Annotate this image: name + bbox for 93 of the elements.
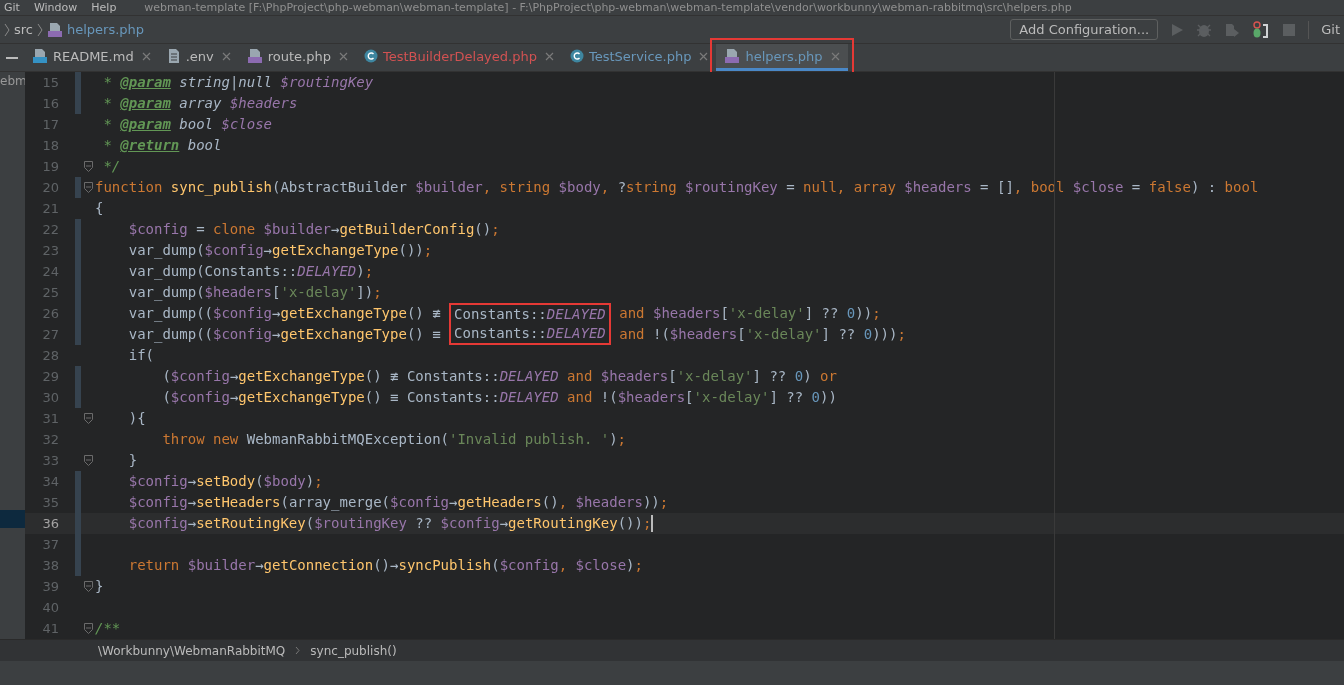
- code-line: */: [102, 157, 121, 176]
- code-line: /**: [95, 619, 121, 638]
- code-line: ){: [127, 409, 146, 428]
- line-number: 15: [41, 75, 59, 90]
- code-line: ($config→getExchangeType() ≢ Constants::DELAYED and $headers['x-delay'] ?? 0) or: [161, 367, 837, 386]
- code-line: $config→setHeaders(array_merge($config→getHeaders(), $headers));: [127, 493, 669, 513]
- line-number: 41: [41, 621, 59, 636]
- code-line: var_dump(($config→getExchangeType() ≡ Constants::DELAYED and !($headers['x-delay'] ?? 0)));: [95, 324, 906, 345]
- code-line: var_dump($config→getExchangeType());: [127, 241, 433, 261]
- breadcrumb-item[interactable]: src: [14, 22, 33, 37]
- code-line: function sync_publish(AbstractBuilder $builder, string $body, ?string $routingKey = null, array $headers = [], bool $close = false) : bool: [95, 178, 1259, 198]
- coverage-icon[interactable]: [1224, 21, 1241, 38]
- line-number: 40: [41, 600, 59, 615]
- code-line: $config = clone $builder→getBuilderConfig();: [127, 220, 500, 239]
- breadcrumb-item[interactable]: helpers.php: [67, 22, 145, 37]
- line-number: 30: [41, 390, 59, 405]
- line-number: 25: [41, 285, 59, 300]
- project-tree-text: ebm: [0, 74, 25, 88]
- line-number: 31: [41, 411, 59, 426]
- line-number: 27: [41, 327, 59, 342]
- line-number: 36: [41, 516, 59, 531]
- close-icon[interactable]: [338, 51, 348, 61]
- fold-icon[interactable]: [83, 161, 93, 172]
- bug-attach-icon[interactable]: [1252, 20, 1271, 39]
- fold-icon[interactable]: [83, 455, 93, 466]
- text-file-icon: [166, 48, 181, 64]
- code-line: return $builder→getConnection()→syncPublish($config, $close);: [127, 556, 643, 575]
- fold-icon[interactable]: [83, 182, 93, 193]
- line-number: 38: [41, 558, 59, 573]
- line-number: 19: [41, 159, 59, 174]
- close-icon[interactable]: [830, 51, 840, 61]
- line-number: 37: [41, 537, 59, 552]
- fold-icon[interactable]: [83, 581, 93, 592]
- code-line: $config→setBody($body);: [127, 472, 323, 491]
- code-line: * @param array $headers: [102, 94, 298, 113]
- line-number: 33: [41, 453, 59, 468]
- window-title: webman-template [F:\PhpProject\php-webman\webman-template] - F:\PhpProject\php-webman\webman-template\vendor\workbunny\webman-rabbitmq\src\helpers.php: [144, 0, 1072, 15]
- run-icon[interactable]: [1170, 22, 1185, 37]
- code-line: if(: [127, 346, 154, 365]
- php-file-icon: [246, 48, 263, 64]
- editor-tab[interactable]: .env: [158, 44, 239, 71]
- breadcrumb-item[interactable]: \Workbunny\WebmanRabbitMQ: [98, 643, 286, 658]
- line-number: 34: [41, 474, 59, 489]
- close-icon[interactable]: [221, 51, 231, 61]
- code-line: ($config→getExchangeType() ≡ Constants::DELAYED and !($headers['x-delay'] ?? 0)): [161, 388, 837, 407]
- code-line: $config→setRoutingKey($routingKey ?? $config→getRoutingKey());: [127, 514, 654, 534]
- line-number: 16: [41, 96, 59, 111]
- line-number: 39: [41, 579, 59, 594]
- line-number: 29: [41, 369, 59, 384]
- class-icon: [363, 49, 378, 63]
- line-number: 24: [41, 264, 59, 279]
- code-line: * @param bool $close: [102, 115, 273, 134]
- menu-item[interactable]: Git: [4, 0, 20, 15]
- code-line: var_dump(Constants::DELAYED);: [127, 262, 374, 282]
- line-number: 18: [41, 138, 59, 153]
- add-configuration-button[interactable]: Add Configuration...: [1010, 19, 1159, 40]
- menu-item[interactable]: Window: [33, 0, 78, 15]
- code-line: }: [95, 577, 104, 596]
- chevron-icon: [37, 22, 43, 37]
- line-number: 22: [41, 222, 59, 237]
- close-icon[interactable]: [699, 51, 709, 61]
- breadcrumb-item[interactable]: sync_publish(): [310, 643, 397, 658]
- stop-icon[interactable]: [1282, 22, 1297, 37]
- code-line: {: [95, 199, 104, 218]
- line-number: 20: [41, 180, 59, 195]
- fold-icon[interactable]: [83, 413, 93, 424]
- php-file-icon: [47, 21, 63, 38]
- line-number: 28: [41, 348, 59, 363]
- line-number: 23: [41, 243, 59, 258]
- code-line: * @param string|null $routingKey: [102, 73, 374, 93]
- class-icon: [569, 49, 584, 63]
- close-icon[interactable]: [544, 51, 554, 61]
- editor-tab[interactable]: route.php: [238, 44, 356, 71]
- editor-tab[interactable]: README.md: [24, 44, 159, 71]
- chevron-icon: [4, 22, 10, 37]
- line-number: 32: [41, 432, 59, 447]
- selected-row-highlight: [0, 510, 25, 528]
- code-line: * @return bool: [102, 136, 222, 155]
- close-icon[interactable]: [141, 51, 151, 61]
- code-line: var_dump(($config→getExchangeType() ≢ Constants::DELAYED and $headers['x-delay'] ?? 0));: [127, 303, 881, 324]
- fold-icon[interactable]: [83, 623, 93, 634]
- line-number: 21: [41, 201, 59, 216]
- markdown-file-icon: [32, 48, 48, 64]
- php-file-icon: [724, 48, 741, 64]
- line-number: 17: [41, 117, 59, 132]
- line-number: 35: [41, 495, 59, 510]
- code-line: throw new WebmanRabbitMQException('Invalid publish. ');: [161, 430, 627, 449]
- code-line: var_dump($headers['x-delay']);: [127, 283, 382, 303]
- git-menu[interactable]: Git: [1321, 22, 1340, 37]
- editor-tab[interactable]: TestService.php: [561, 44, 717, 71]
- line-number: 26: [41, 306, 59, 321]
- code-line: }: [127, 451, 138, 470]
- menu-item[interactable]: Help: [91, 0, 117, 15]
